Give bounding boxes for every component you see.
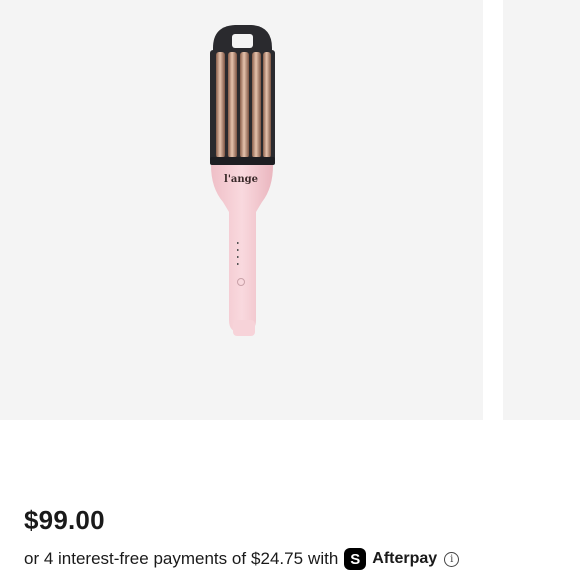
installment-connector-text: with — [308, 549, 339, 568]
waver-product-image: l'ange — [210, 25, 275, 336]
product-image-gallery[interactable]: l'ange — [0, 0, 580, 420]
product-image-slide[interactable]: l'ange — [0, 0, 483, 420]
afterpay-brand-name: Afterpay — [372, 550, 438, 567]
next-image-slide-peek[interactable] — [503, 0, 580, 420]
afterpay-installment-message: or 4 interest-free payments of $24.75 wi… — [24, 546, 460, 572]
brand-logo-text: l'ange — [224, 174, 258, 185]
info-icon[interactable]: i — [444, 551, 460, 567]
product-price: $99.00 — [24, 505, 105, 535]
installment-amount: $24.75 — [251, 549, 304, 568]
installment-prefix-text: or 4 interest-free payments of — [24, 549, 247, 568]
afterpay-logo-icon: S — [344, 548, 367, 570]
